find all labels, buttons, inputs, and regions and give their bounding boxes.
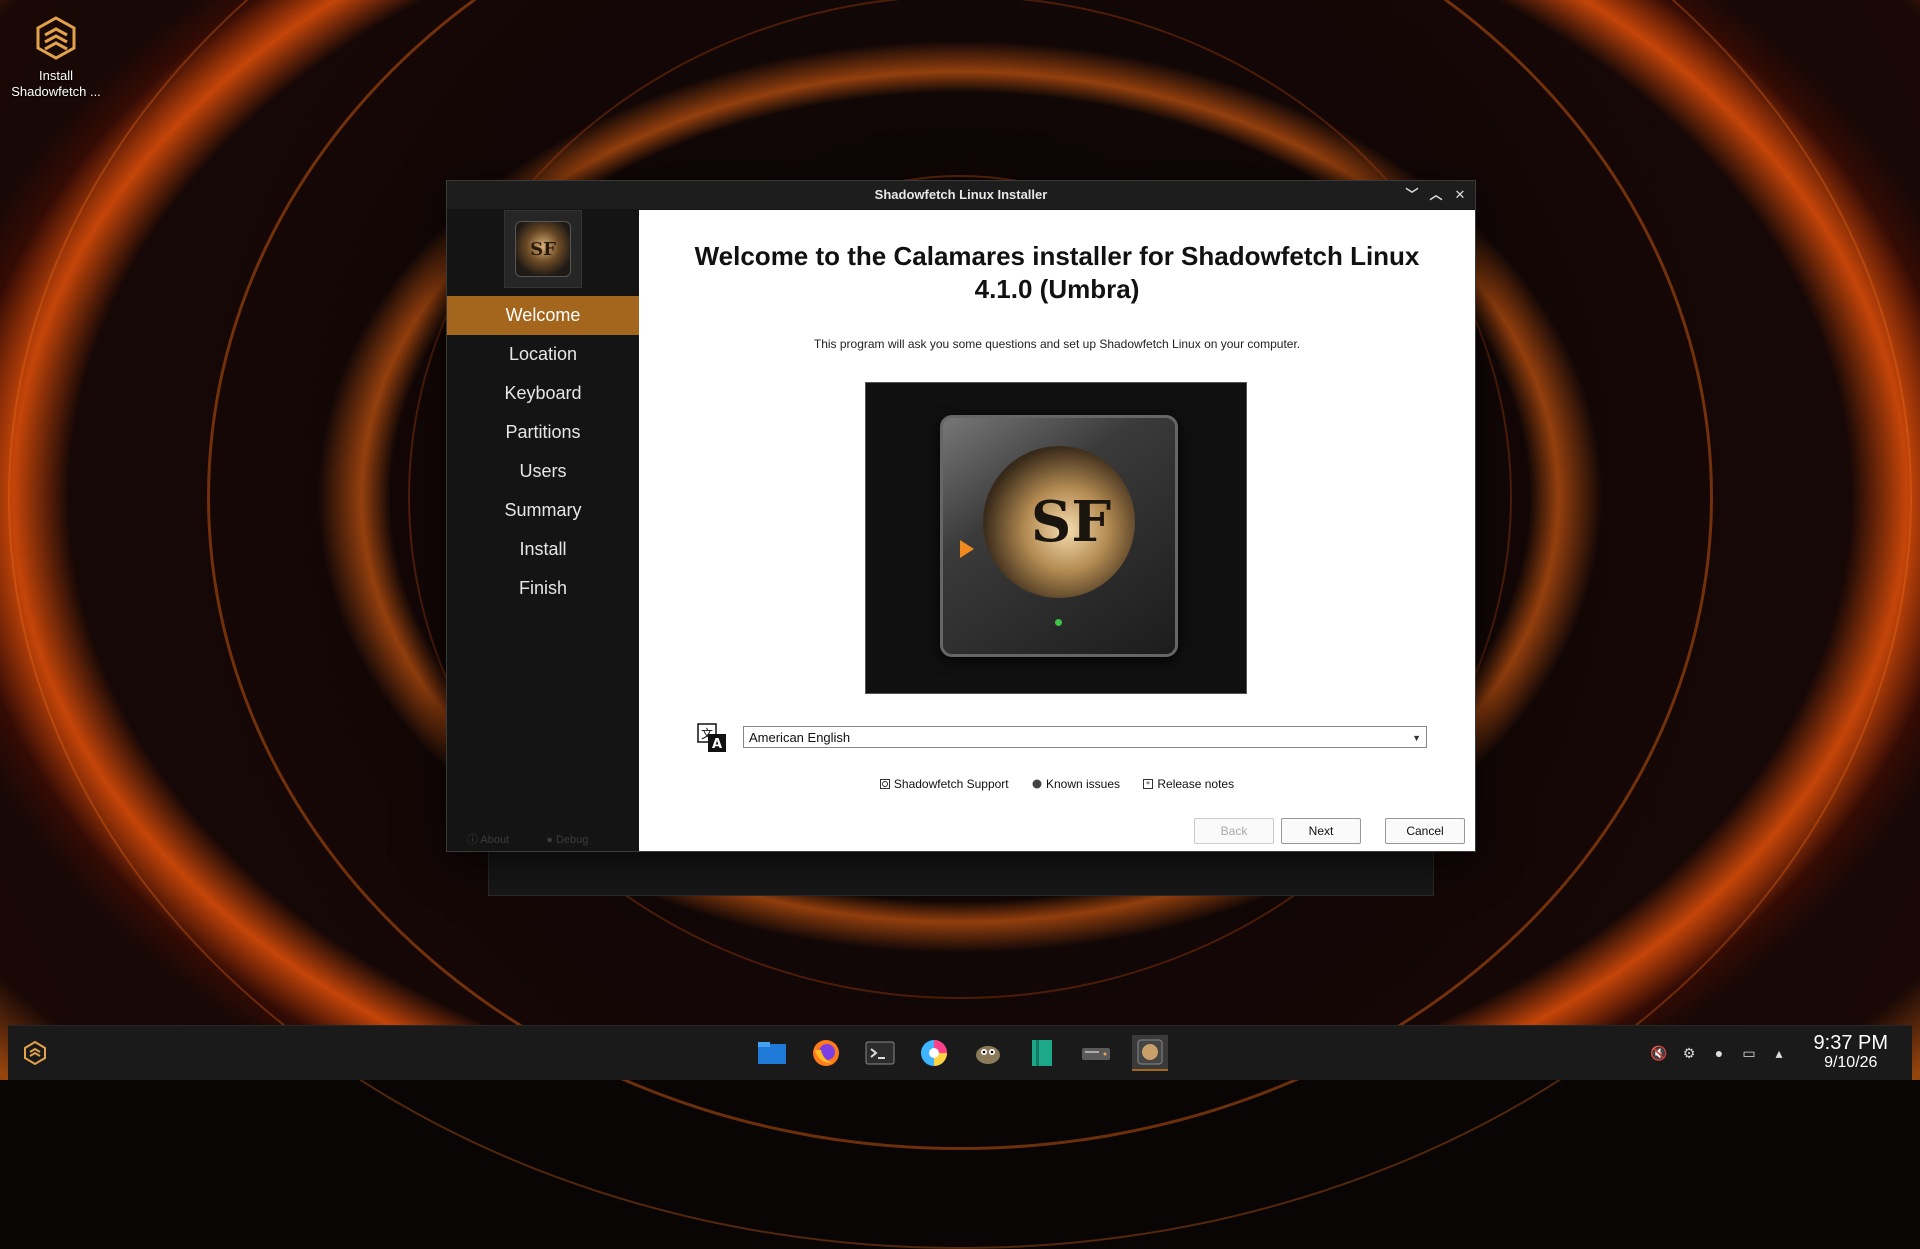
support-link-label: Shadowfetch Support bbox=[893, 777, 1009, 791]
book-icon bbox=[1032, 1040, 1052, 1066]
taskbar-drive[interactable] bbox=[1078, 1035, 1114, 1071]
shadowfetch-emblem-icon: SF bbox=[983, 446, 1135, 598]
bug-icon bbox=[1032, 779, 1042, 789]
shadowfetch-emblem-icon: SF bbox=[515, 221, 571, 277]
drive-icon bbox=[1082, 1048, 1110, 1060]
svg-text:*: * bbox=[1146, 780, 1150, 789]
window-titlebar[interactable]: Shadowfetch Linux Installer ﹀ ︿ ✕ bbox=[447, 181, 1475, 209]
gimp-icon bbox=[976, 1046, 1000, 1064]
hero-tile: SF bbox=[940, 415, 1178, 657]
about-label: About bbox=[480, 834, 510, 846]
help-icon bbox=[879, 779, 890, 789]
sidebar-step-keyboard: Keyboard bbox=[504, 383, 582, 403]
release-notes-link[interactable]: * Release notes bbox=[1143, 777, 1234, 791]
translate-icon: 文 A bbox=[695, 721, 729, 755]
sidebar-step-location: Location bbox=[508, 344, 578, 364]
display-icon[interactable]: ▭ bbox=[1740, 1044, 1758, 1062]
shadowfetch-logo-icon bbox=[24, 1040, 46, 1066]
installer-window: Shadowfetch Linux Installer ﹀ ︿ ✕ SF Wel… bbox=[446, 180, 1476, 852]
desktop-icon-install[interactable]: Install Shadowfetch ... bbox=[6, 14, 106, 100]
support-link[interactable]: Shadowfetch Support bbox=[879, 777, 1009, 791]
sidebar-logo: SF bbox=[504, 210, 582, 288]
taskbar-terminal[interactable] bbox=[862, 1035, 898, 1071]
sidebar-step-users: Users bbox=[519, 461, 567, 481]
window-title: Shadowfetch Linux Installer bbox=[874, 187, 1048, 202]
taskbar-colorpicker[interactable] bbox=[916, 1035, 952, 1071]
sidebar-step-welcome: Welcome bbox=[447, 296, 639, 335]
taskbar-notes[interactable] bbox=[1024, 1035, 1060, 1071]
welcome-image: SF bbox=[865, 382, 1247, 694]
desktop-icon-label-2: Shadowfetch ... bbox=[11, 84, 101, 99]
info-links: Shadowfetch Support Known issues * Releas… bbox=[639, 777, 1475, 791]
firefox-icon bbox=[813, 1040, 839, 1066]
welcome-page: Welcome to the Calamares installer for S… bbox=[639, 210, 1475, 851]
mouse-cursor-icon bbox=[960, 540, 974, 558]
next-button[interactable]: Next bbox=[1281, 818, 1361, 844]
settings-icon[interactable]: ⚙ bbox=[1680, 1044, 1698, 1062]
sidebar: SF Welcome Location Keyboard Partitions … bbox=[447, 210, 639, 851]
debug-button[interactable]: ● Debug bbox=[546, 834, 588, 846]
hero-text: SF bbox=[1030, 489, 1112, 555]
cancel-button[interactable]: Cancel bbox=[1385, 818, 1465, 844]
svg-text:A: A bbox=[712, 737, 722, 752]
release-notes-label: Release notes bbox=[1157, 777, 1235, 791]
disc-icon[interactable]: ● bbox=[1710, 1044, 1728, 1062]
logo-text: SF bbox=[530, 238, 556, 260]
shadowfetch-logo-icon bbox=[32, 14, 80, 62]
app-launcher-button[interactable] bbox=[22, 1040, 48, 1066]
status-led-icon bbox=[1055, 619, 1062, 626]
language-selected: American English bbox=[749, 730, 851, 745]
sidebar-step-partitions: Partitions bbox=[505, 422, 581, 442]
back-button[interactable]: Back bbox=[1194, 818, 1274, 844]
installer-icon bbox=[1137, 1039, 1163, 1065]
known-issues-link[interactable]: Known issues bbox=[1032, 777, 1120, 791]
close-button[interactable]: ✕ bbox=[1449, 181, 1471, 209]
desktop-icon-label-1: Install bbox=[39, 68, 73, 83]
tray-expand-icon[interactable]: ▴ bbox=[1770, 1044, 1788, 1062]
sidebar-step-summary: Summary bbox=[504, 500, 582, 520]
taskbar-gimp[interactable] bbox=[970, 1035, 1006, 1071]
language-dropdown[interactable]: American English ▼ bbox=[743, 726, 1427, 748]
step-list: Welcome Location Keyboard Partitions Use… bbox=[447, 296, 639, 608]
sidebar-step-finish: Finish bbox=[518, 578, 567, 598]
sidebar-step-install: Install bbox=[519, 539, 567, 559]
taskbar-installer[interactable] bbox=[1132, 1035, 1168, 1071]
chevron-down-icon: ▼ bbox=[1412, 733, 1421, 743]
taskbar: 🔇 ⚙ ● ▭ ▴ 9:37 PM 9/10/26 bbox=[8, 1025, 1912, 1080]
color-wheel-icon bbox=[921, 1040, 947, 1066]
volume-muted-icon[interactable]: 🔇 bbox=[1650, 1044, 1668, 1062]
page-subtitle: This program will ask you some questions… bbox=[813, 337, 1301, 351]
terminal-icon bbox=[865, 1041, 895, 1065]
about-button[interactable]: ⓘ About bbox=[467, 834, 509, 846]
minimize-button[interactable]: ﹀ bbox=[1401, 181, 1423, 209]
taskbar-files[interactable] bbox=[754, 1035, 790, 1071]
clock-date: 9/10/26 bbox=[1824, 1054, 1878, 1071]
clock[interactable]: 9:37 PM 9/10/26 bbox=[1814, 1032, 1888, 1072]
sidebar-footer: ⓘ About ● Debug bbox=[467, 831, 622, 847]
debug-label: Debug bbox=[555, 834, 589, 846]
known-issues-label: Known issues bbox=[1045, 777, 1121, 791]
notes-icon: * bbox=[1143, 779, 1154, 789]
maximize-button[interactable]: ︿ bbox=[1425, 181, 1447, 209]
language-row: 文 A American English ▼ bbox=[695, 717, 1427, 757]
folder-icon bbox=[758, 1042, 786, 1064]
clock-time: 9:37 PM bbox=[1813, 1032, 1888, 1054]
page-title: Welcome to the Calamares installer for S… bbox=[694, 241, 1420, 304]
taskbar-firefox[interactable] bbox=[808, 1035, 844, 1071]
